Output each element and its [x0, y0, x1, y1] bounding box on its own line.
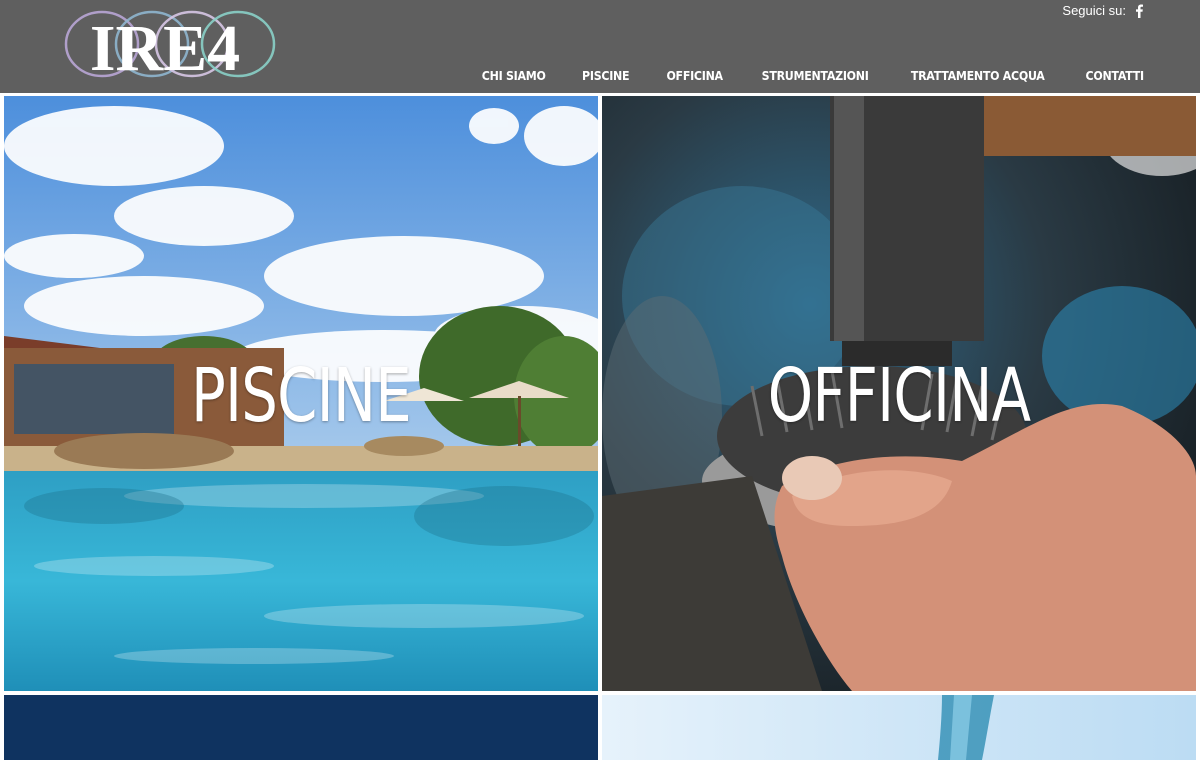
- facebook-icon[interactable]: [1134, 4, 1144, 18]
- nav-officina[interactable]: OFFICINA: [651, 68, 737, 84]
- nav-contatti[interactable]: CONTATTI: [1070, 68, 1158, 84]
- tile-label-piscine: PISCINE: [191, 353, 412, 439]
- site-header: IRE4 Seguici su: CHI SIAMO PISCINE OFFIC…: [0, 0, 1200, 93]
- nav-chi-siamo[interactable]: CHI SIAMO: [467, 68, 560, 84]
- main-nav: CHI SIAMO PISCINE OFFICINA STRUMENTAZION…: [463, 68, 1162, 84]
- water-photo: [602, 695, 1196, 760]
- nav-strumentazioni[interactable]: STRUMENTAZIONI: [747, 68, 883, 84]
- nav-trattamento-acqua[interactable]: TRATTAMENTO ACQUA: [896, 68, 1059, 84]
- social-links: Seguici su:: [1062, 3, 1144, 19]
- tile-strumentazioni[interactable]: [4, 695, 598, 760]
- nav-piscine[interactable]: PISCINE: [568, 68, 645, 84]
- tile-piscine[interactable]: PISCINE: [4, 96, 598, 691]
- tile-officina[interactable]: OFFICINA: [602, 96, 1196, 691]
- logo-text: IRE4: [90, 12, 240, 82]
- logo[interactable]: IRE4: [52, 6, 278, 82]
- logo-image: IRE4: [64, 10, 276, 82]
- social-label: Seguici su:: [1062, 3, 1126, 18]
- tile-trattamento-acqua[interactable]: [602, 695, 1196, 760]
- tile-label-officina: OFFICINA: [767, 353, 1031, 439]
